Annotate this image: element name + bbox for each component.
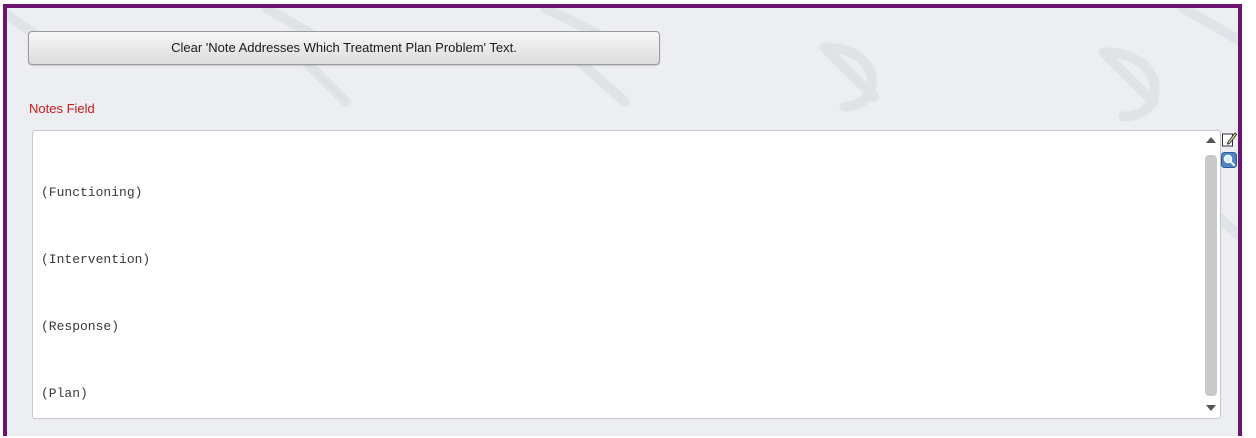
clear-treatment-plan-text-button[interactable]: Clear 'Note Addresses Which Treatment Pl…: [28, 31, 660, 65]
notes-line-functioning: (Functioning): [41, 184, 143, 200]
notes-line-response: (Response): [41, 318, 120, 334]
notes-textarea[interactable]: (Functioning) (Intervention) (Response) …: [32, 130, 1221, 419]
scroll-up-arrow-icon[interactable]: [1205, 135, 1217, 145]
form-panel: Clear 'Note Addresses Which Treatment Pl…: [3, 4, 1242, 436]
notes-field-label: Notes Field: [29, 101, 95, 116]
scroll-thumb[interactable]: [1205, 155, 1217, 396]
magnify-icon[interactable]: [1221, 152, 1237, 168]
notes-tool-icons: [1221, 131, 1238, 173]
edit-note-icon[interactable]: [1221, 131, 1237, 147]
notes-line-plan: (Plan): [41, 385, 88, 401]
notes-scrollbar[interactable]: [1204, 133, 1218, 416]
scroll-down-arrow-icon[interactable]: [1205, 403, 1217, 413]
notes-text-content[interactable]: (Functioning) (Intervention) (Response) …: [33, 131, 1200, 418]
notes-line-intervention: (Intervention): [41, 251, 151, 267]
